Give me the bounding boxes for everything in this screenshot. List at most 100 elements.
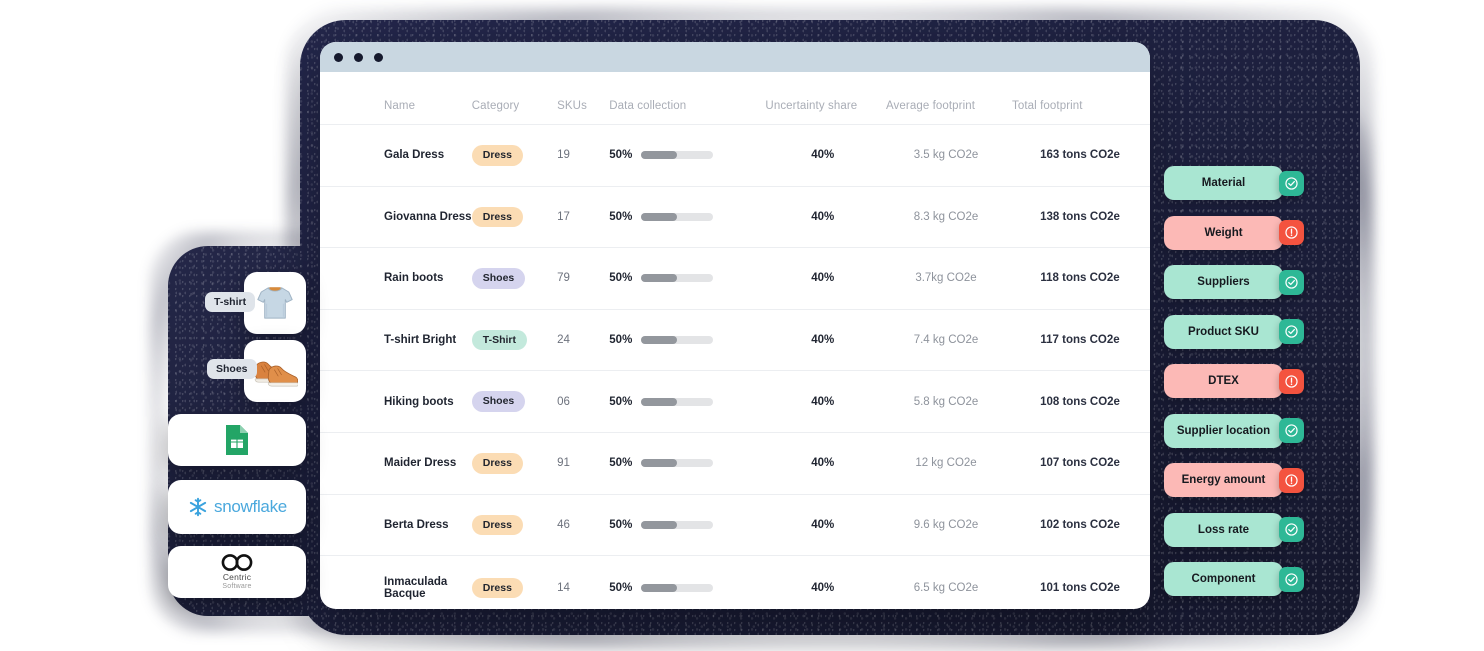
column-header-skus[interactable]: SKUs bbox=[557, 72, 609, 125]
cell-average-footprint: 8.3 kg CO2e bbox=[913, 210, 979, 223]
cell-total-footprint: 102 tons CO2e bbox=[1040, 518, 1120, 531]
cell-product-name: Rain boots bbox=[384, 272, 444, 285]
attribute-pill[interactable]: Supplier location bbox=[1164, 413, 1283, 448]
cell-data-collection-pct: 50% bbox=[609, 582, 633, 595]
column-header-uncertainty-share[interactable]: Uncertainty share bbox=[763, 72, 882, 125]
table-row[interactable]: Rain boots Shoes 79 50% 40% 3.7kg CO2e 118 ton… bbox=[320, 248, 1150, 310]
data-collection-progress-track bbox=[641, 336, 714, 345]
cell-uncertainty-share: 40% bbox=[811, 272, 835, 285]
cell-product-name: Hiking boots bbox=[384, 395, 454, 408]
attribute-pill[interactable]: Component bbox=[1164, 562, 1283, 596]
shoes-thumbnail-icon bbox=[254, 361, 298, 387]
integration-card-centric-software[interactable]: Centric Software bbox=[168, 546, 306, 598]
attribute-row[interactable]: Suppliers bbox=[1164, 265, 1304, 299]
category-badge: Shoes bbox=[471, 391, 526, 412]
check-circle-icon[interactable] bbox=[1279, 517, 1304, 542]
column-header-total-footprint[interactable]: Total footprint bbox=[1010, 72, 1150, 125]
attribute-pill[interactable]: Energy amount bbox=[1164, 463, 1283, 497]
window-minimize-dot[interactable] bbox=[354, 52, 363, 62]
cell-uncertainty-share: 40% bbox=[811, 334, 835, 347]
cell-product-name: Gala Dress bbox=[384, 149, 445, 162]
products-table-container: Name Category SKUs Data collection Uncer… bbox=[320, 72, 1150, 609]
cell-data-collection-pct: 50% bbox=[609, 334, 633, 347]
cell-uncertainty-share: 40% bbox=[811, 149, 835, 162]
table-row[interactable]: Maider Dress Dress 91 50% 40% 12 kg CO2e 107 t… bbox=[320, 432, 1150, 495]
check-circle-icon[interactable] bbox=[1279, 170, 1304, 196]
check-circle-icon[interactable] bbox=[1279, 566, 1304, 592]
cell-product-name: Berta Dress bbox=[384, 518, 449, 531]
table-row[interactable]: Berta Dress Dress 46 50% 40% 9.6 kg CO2e 102 t… bbox=[320, 494, 1150, 556]
cell-uncertainty-share: 40% bbox=[811, 582, 835, 595]
table-row[interactable]: Hiking boots Shoes 06 50% 40% 5.8 kg CO2e 108 … bbox=[320, 371, 1150, 433]
cell-total-footprint: 108 tons CO2e bbox=[1040, 395, 1120, 408]
table-header-row: Name Category SKUs Data collection Uncer… bbox=[320, 72, 1150, 125]
cell-total-footprint: 163 tons CO2e bbox=[1040, 149, 1120, 162]
cell-average-footprint: 6.5 kg CO2e bbox=[913, 582, 979, 595]
alert-circle-icon[interactable] bbox=[1279, 368, 1304, 394]
attribute-row[interactable]: Weight bbox=[1164, 215, 1304, 250]
category-badge: Dress bbox=[471, 577, 523, 599]
attribute-row[interactable]: Loss rate bbox=[1164, 512, 1304, 547]
cell-sku-count: 14 bbox=[557, 582, 570, 595]
attribute-row[interactable]: Material bbox=[1164, 166, 1304, 200]
alert-circle-icon[interactable] bbox=[1279, 220, 1304, 245]
attribute-row[interactable]: Energy amount bbox=[1164, 463, 1304, 497]
cell-product-name: Giovanna Dress bbox=[384, 210, 472, 223]
check-circle-icon[interactable] bbox=[1279, 319, 1304, 344]
window-close-dot[interactable] bbox=[334, 52, 343, 62]
cell-data-collection-pct: 50% bbox=[609, 149, 633, 162]
check-circle-icon[interactable] bbox=[1279, 269, 1304, 295]
column-header-name[interactable]: Name bbox=[320, 72, 472, 125]
browser-window: Name Category SKUs Data collection Uncer… bbox=[320, 42, 1150, 609]
table-row[interactable]: Gala Dress Dress 19 50% 40% 3.5 kg CO2e 163 to… bbox=[320, 125, 1150, 187]
cell-uncertainty-share: 40% bbox=[811, 457, 835, 470]
data-collection-progress-fill bbox=[641, 151, 678, 160]
attribute-row[interactable]: Product SKU bbox=[1164, 314, 1304, 349]
column-header-category[interactable]: Category bbox=[472, 72, 557, 125]
attribute-pill[interactable]: Loss rate bbox=[1164, 512, 1283, 547]
attribute-pill[interactable]: Weight bbox=[1164, 215, 1283, 250]
cell-product-name: Inmaculada Bacque bbox=[384, 576, 448, 601]
data-collection-progress-track bbox=[641, 274, 714, 283]
column-header-average-footprint[interactable]: Average footprint bbox=[882, 72, 1010, 125]
attribute-row[interactable]: Component bbox=[1164, 562, 1304, 596]
cell-average-footprint: 3.5 kg CO2e bbox=[913, 149, 979, 162]
column-header-data-collection[interactable]: Data collection bbox=[609, 72, 763, 125]
window-maximize-dot[interactable] bbox=[374, 52, 383, 62]
attribute-row[interactable]: DTEX bbox=[1164, 364, 1304, 398]
attribute-pill[interactable]: Suppliers bbox=[1164, 265, 1283, 299]
attribute-row[interactable]: Supplier location bbox=[1164, 413, 1304, 448]
cell-uncertainty-share: 40% bbox=[811, 210, 835, 223]
integration-card-google-sheets[interactable] bbox=[168, 414, 306, 466]
alert-circle-icon[interactable] bbox=[1279, 467, 1304, 493]
category-badge: Dress bbox=[471, 514, 523, 536]
table-row[interactable]: T-shirt Bright T-Shirt 24 50% 40% 7.4 kg CO2e… bbox=[320, 309, 1150, 371]
table-row[interactable]: Giovanna Dress Dress 17 50% 40% 8.3 kg CO2e 13… bbox=[320, 186, 1150, 248]
attribute-pill[interactable]: DTEX bbox=[1164, 364, 1283, 398]
category-badge: T-Shirt bbox=[471, 329, 528, 351]
cell-average-footprint: 12 kg CO2e bbox=[915, 457, 977, 470]
centric-logo-icon bbox=[221, 554, 253, 571]
check-circle-icon[interactable] bbox=[1279, 418, 1304, 443]
centric-label-top: Centric bbox=[222, 572, 252, 582]
integration-card-snowflake[interactable]: snowflake bbox=[168, 480, 306, 534]
snowflake-wordmark: snowflake bbox=[214, 497, 287, 516]
data-collection-progress-fill bbox=[641, 584, 678, 593]
cell-sku-count: 19 bbox=[557, 149, 570, 162]
attribute-pill[interactable]: Material bbox=[1164, 166, 1283, 200]
cell-product-name: T-shirt Bright bbox=[384, 334, 457, 347]
data-collection-progress-track bbox=[641, 520, 714, 529]
data-collection-progress-track bbox=[641, 212, 714, 221]
table-row[interactable]: Inmaculada Bacque Dress 14 50% 40% 6.5 kg CO2… bbox=[320, 556, 1150, 609]
data-collection-progress-track bbox=[641, 459, 714, 468]
cell-data-collection-pct: 50% bbox=[609, 518, 633, 531]
table-header: Name Category SKUs Data collection Uncer… bbox=[320, 72, 1150, 125]
tshirt-thumbnail-icon bbox=[257, 287, 293, 319]
category-badge: Dress bbox=[471, 145, 523, 166]
cell-sku-count: 17 bbox=[557, 210, 570, 223]
attribute-pill[interactable]: Product SKU bbox=[1164, 314, 1283, 349]
cell-average-footprint: 7.4 kg CO2e bbox=[913, 334, 979, 347]
window-titlebar bbox=[320, 42, 1150, 72]
cell-data-collection-pct: 50% bbox=[609, 210, 633, 223]
cell-total-footprint: 138 tons CO2e bbox=[1040, 210, 1120, 223]
